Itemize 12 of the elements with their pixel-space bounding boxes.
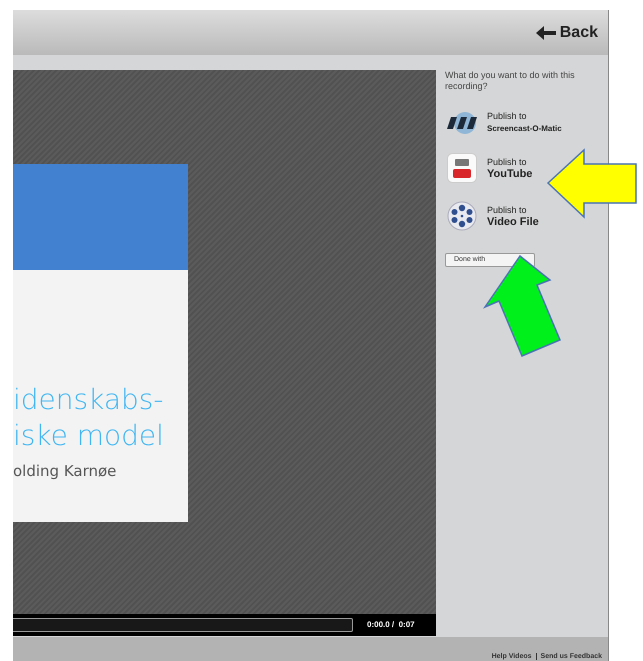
back-arrow-icon <box>536 26 556 40</box>
slide-title-line: idenskabs- <box>13 382 164 418</box>
time-display: 0:00.0 / 0:07 <box>367 619 415 631</box>
publish-option[interactable]: Publish to YouTube <box>445 153 532 183</box>
slide-title-line: iske model <box>13 418 165 454</box>
progress-track[interactable] <box>13 618 353 632</box>
publish-option[interactable]: Publish to Screencast-O-Matic <box>445 110 562 135</box>
film-reel-icon <box>447 201 477 231</box>
publish-option[interactable]: Publish to Video File <box>445 201 539 231</box>
prompt-text: What do you want to do with this recording? <box>445 70 576 92</box>
back-button[interactable]: Back <box>536 20 598 44</box>
slide-author: olding Karnøe <box>13 461 118 482</box>
